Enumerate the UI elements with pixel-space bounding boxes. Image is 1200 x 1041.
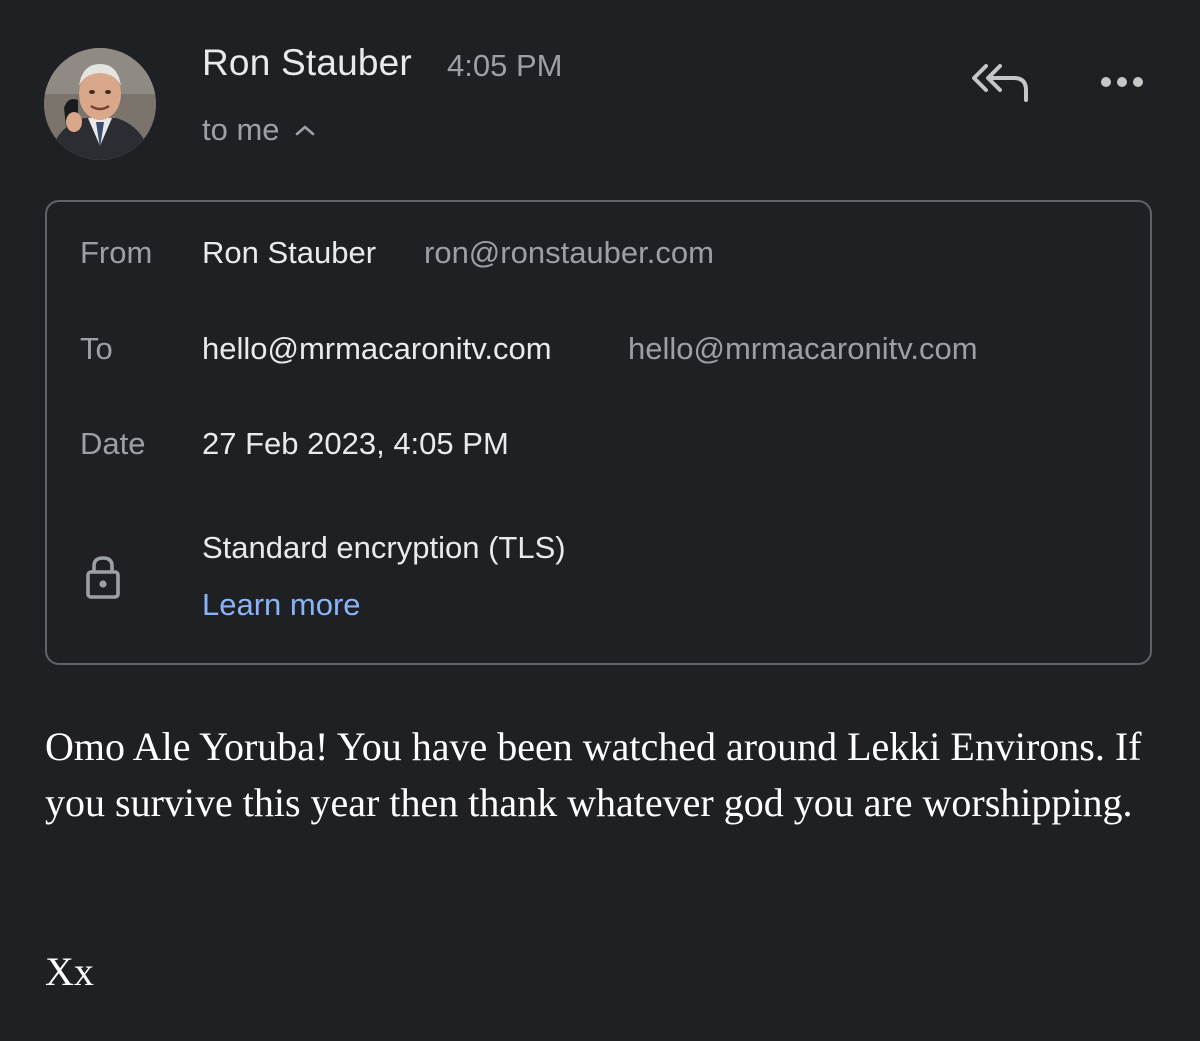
message-body: Omo Ale Yoruba! You have been watched ar… — [45, 724, 1142, 825]
reply-all-button[interactable] — [962, 52, 1038, 112]
recipient-summary: to me — [202, 112, 280, 147]
message-time: 4:05 PM — [447, 48, 563, 83]
email-view: Ron Stauber 4:05 PM to me From Ron Staub — [0, 0, 1200, 1041]
more-options-button[interactable] — [1090, 52, 1154, 112]
encryption-text: Standard encryption (TLS) — [202, 530, 566, 565]
reply-all-icon — [972, 64, 1028, 102]
from-label: From — [80, 235, 153, 270]
message-signoff: Xx — [45, 949, 94, 994]
message-details-card: From Ron Stauber ron@ronstauber.com To h… — [45, 200, 1152, 665]
from-name: Ron Stauber — [202, 235, 377, 270]
to-label: To — [80, 331, 113, 366]
message-header: Ron Stauber 4:05 PM to me — [0, 0, 1200, 180]
avatar-photo — [44, 48, 156, 160]
more-vert-icon — [1101, 77, 1143, 87]
to-name: hello@mrmacaronitv.com — [202, 331, 552, 366]
sender-name[interactable]: Ron Stauber — [202, 42, 412, 84]
date-value: 27 Feb 2023, 4:05 PM — [202, 426, 509, 461]
sender-avatar[interactable] — [44, 48, 156, 160]
lock-icon — [85, 554, 121, 600]
from-email[interactable]: ron@ronstauber.com — [424, 235, 714, 271]
date-label: Date — [80, 426, 146, 461]
learn-more-link[interactable]: Learn more — [202, 587, 361, 623]
chevron-up-icon — [295, 125, 314, 136]
to-email[interactable]: hello@mrmacaronitv.com — [628, 331, 978, 367]
recipient-toggle[interactable]: to me — [202, 112, 316, 148]
